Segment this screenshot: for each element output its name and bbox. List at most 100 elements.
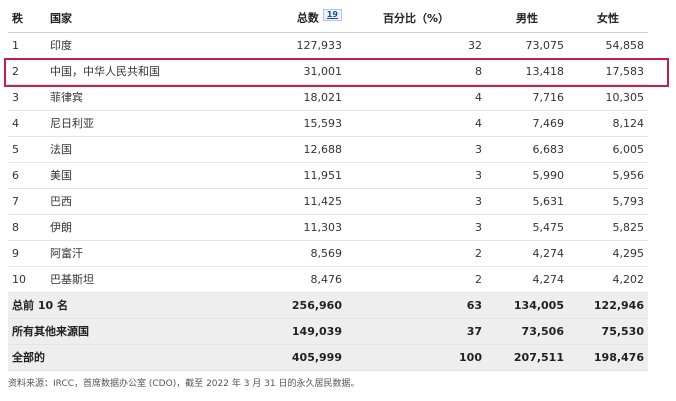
cell-total: 18,021 <box>236 84 346 111</box>
cell-country: 美国 <box>46 162 236 189</box>
table-row-highlighted: 2 中国，中华人民共和国 31,001 8 13,418 17,583 <box>8 58 648 85</box>
cell-percent: 32 <box>346 32 486 59</box>
summary-label: 全部的 <box>8 344 236 371</box>
cell-rank: 6 <box>8 162 46 189</box>
cell-total: 12,688 <box>236 136 346 163</box>
summary-row-others: 所有其他来源国 149,039 37 73,506 75,530 <box>8 318 648 345</box>
summary-percent: 63 <box>346 292 486 319</box>
cell-female: 4,202 <box>568 266 648 293</box>
header-female: 女性 <box>568 4 648 33</box>
summary-percent: 100 <box>346 344 486 371</box>
cell-country: 巴基斯坦 <box>46 266 236 293</box>
summary-total: 256,960 <box>236 292 346 319</box>
cell-male: 4,274 <box>486 266 568 293</box>
cell-male: 5,631 <box>486 188 568 215</box>
cell-female: 4,295 <box>568 240 648 267</box>
cell-rank: 7 <box>8 188 46 215</box>
cell-percent: 3 <box>346 214 486 241</box>
table-body: 1 印度 127,933 32 73,075 54,858 2 中国，中华人民共… <box>8 32 648 371</box>
cell-female: 6,005 <box>568 136 648 163</box>
cell-total: 15,593 <box>236 110 346 137</box>
summary-female: 198,476 <box>568 344 648 371</box>
cell-rank: 3 <box>8 84 46 111</box>
table-row: 8 伊朗 11,303 3 5,475 5,825 <box>8 214 648 241</box>
cell-total: 127,933 <box>236 32 346 59</box>
cell-total: 31,001 <box>236 58 346 85</box>
cell-female: 5,956 <box>568 162 648 189</box>
summary-row-all: 全部的 405,999 100 207,511 198,476 <box>8 344 648 371</box>
cell-country: 尼日利亚 <box>46 110 236 137</box>
summary-row-top10: 总前 10 名 256,960 63 134,005 122,946 <box>8 292 648 319</box>
cell-country: 菲律宾 <box>46 84 236 111</box>
cell-female: 54,858 <box>568 32 648 59</box>
page: 秩 国家 总数 19 百分比（%） 男性 女性 1 印度 127,933 32 7… <box>0 0 676 401</box>
cell-percent: 2 <box>346 266 486 293</box>
cell-country: 法国 <box>46 136 236 163</box>
cell-female: 8,124 <box>568 110 648 137</box>
cell-male: 13,418 <box>486 58 568 85</box>
summary-label: 所有其他来源国 <box>8 318 236 345</box>
table-row: 5 法国 12,688 3 6,683 6,005 <box>8 136 648 163</box>
cell-country: 伊朗 <box>46 214 236 241</box>
cell-percent: 4 <box>346 84 486 111</box>
table-row: 6 美国 11,951 3 5,990 5,956 <box>8 162 648 189</box>
source-note: 资料来源：IRCC，首席数据办公室 (CDO)，截至 2022 年 3 月 31… <box>8 379 360 389</box>
cell-percent: 3 <box>346 162 486 189</box>
cell-male: 5,475 <box>486 214 568 241</box>
footnote-link[interactable]: 19 <box>322 9 342 22</box>
cell-female: 5,825 <box>568 214 648 241</box>
cell-rank: 10 <box>8 266 46 293</box>
cell-percent: 3 <box>346 136 486 163</box>
table-row: 4 尼日利亚 15,593 4 7,469 8,124 <box>8 110 648 137</box>
cell-total: 8,569 <box>236 240 346 267</box>
cell-rank: 4 <box>8 110 46 137</box>
cell-country: 印度 <box>46 32 236 59</box>
summary-total: 405,999 <box>236 344 346 371</box>
cell-rank: 8 <box>8 214 46 241</box>
cell-rank: 2 <box>8 58 46 85</box>
cell-male: 6,683 <box>486 136 568 163</box>
cell-female: 17,583 <box>568 58 648 85</box>
header-country: 国家 <box>46 4 236 33</box>
cell-male: 4,274 <box>486 240 568 267</box>
cell-country: 阿富汗 <box>46 240 236 267</box>
cell-total: 8,476 <box>236 266 346 293</box>
cell-rank: 1 <box>8 32 46 59</box>
header-row: 秩 国家 总数 19 百分比（%） 男性 女性 <box>8 4 648 33</box>
table-row: 3 菲律宾 18,021 4 7,716 10,305 <box>8 84 648 111</box>
cell-percent: 3 <box>346 188 486 215</box>
summary-male: 134,005 <box>486 292 568 319</box>
cell-percent: 2 <box>346 240 486 267</box>
summary-male: 207,511 <box>486 344 568 371</box>
summary-total: 149,039 <box>236 318 346 345</box>
table-row: 10 巴基斯坦 8,476 2 4,274 4,202 <box>8 266 648 293</box>
summary-female: 75,530 <box>568 318 648 345</box>
table-header: 秩 国家 总数 19 百分比（%） 男性 女性 <box>8 4 648 33</box>
table-row: 9 阿富汗 8,569 2 4,274 4,295 <box>8 240 648 267</box>
cell-male: 5,990 <box>486 162 568 189</box>
summary-label: 总前 10 名 <box>8 292 236 319</box>
table-row: 7 巴西 11,425 3 5,631 5,793 <box>8 188 648 215</box>
summary-female: 122,946 <box>568 292 648 319</box>
cell-rank: 5 <box>8 136 46 163</box>
cell-country: 巴西 <box>46 188 236 215</box>
cell-total: 11,303 <box>236 214 346 241</box>
header-total-label: 总数 <box>296 12 319 26</box>
cell-rank: 9 <box>8 240 46 267</box>
cell-total: 11,951 <box>236 162 346 189</box>
cell-percent: 4 <box>346 110 486 137</box>
header-rank: 秩 <box>8 4 46 33</box>
cell-percent: 8 <box>346 58 486 85</box>
header-percent: 百分比（%） <box>346 4 486 33</box>
table-row: 1 印度 127,933 32 73,075 54,858 <box>8 32 648 59</box>
cell-male: 7,716 <box>486 84 568 111</box>
summary-male: 73,506 <box>486 318 568 345</box>
cell-female: 5,793 <box>568 188 648 215</box>
header-male: 男性 <box>486 4 568 33</box>
pr-by-country-table: 秩 国家 总数 19 百分比（%） 男性 女性 1 印度 127,933 32 7… <box>8 4 648 371</box>
cell-country: 中国，中华人民共和国 <box>46 58 236 85</box>
cell-female: 10,305 <box>568 84 648 111</box>
cell-male: 7,469 <box>486 110 568 137</box>
header-total: 总数 19 <box>236 4 346 33</box>
cell-total: 11,425 <box>236 188 346 215</box>
